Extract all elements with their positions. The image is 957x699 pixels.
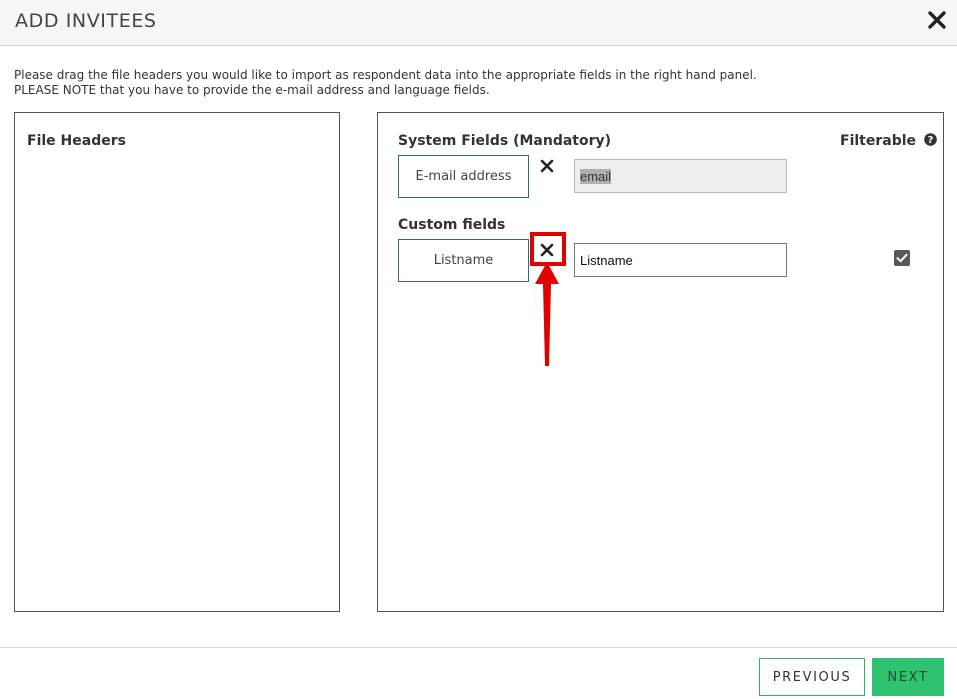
listname-field-input[interactable] bbox=[574, 243, 787, 277]
file-headers-panel[interactable]: File Headers bbox=[14, 112, 340, 612]
svg-text:?: ? bbox=[927, 135, 933, 146]
instructions-line-2: PLEASE NOTE that you have to provide the… bbox=[14, 83, 490, 97]
mapping-panel: System Fields (Mandatory) Filterable ? E… bbox=[377, 112, 944, 612]
remove-email-field-icon[interactable] bbox=[539, 158, 555, 174]
instructions: Please drag the file headers you would l… bbox=[14, 68, 757, 98]
listname-field-label: Listname bbox=[433, 253, 494, 268]
email-field-label: E-mail address bbox=[415, 169, 512, 184]
email-mapped-text: email bbox=[580, 168, 612, 184]
dialog-title: ADD INVITEES bbox=[15, 10, 157, 32]
filterable-label: Filterable bbox=[840, 133, 917, 149]
instructions-line-1: Please drag the file headers you would l… bbox=[14, 68, 757, 82]
listname-filterable-checkbox[interactable] bbox=[894, 250, 910, 266]
listname-field-chip[interactable]: Listname bbox=[398, 239, 529, 282]
filterable-heading: Filterable ? bbox=[840, 133, 937, 150]
close-icon[interactable] bbox=[924, 7, 950, 33]
annotation-arrow-icon bbox=[535, 262, 559, 373]
email-mapped-value: email bbox=[574, 159, 787, 193]
help-icon[interactable]: ? bbox=[924, 133, 937, 150]
system-fields-heading: System Fields (Mandatory) bbox=[398, 133, 612, 149]
dialog-header: ADD INVITEES bbox=[0, 0, 957, 46]
custom-fields-heading: Custom fields bbox=[398, 217, 506, 233]
previous-button[interactable]: PREVIOUS bbox=[759, 658, 865, 696]
dialog-footer: PREVIOUS NEXT bbox=[0, 647, 957, 699]
file-headers-heading: File Headers bbox=[27, 133, 126, 149]
email-field-chip[interactable]: E-mail address bbox=[398, 155, 529, 198]
annotation-highlight-box bbox=[530, 232, 566, 266]
next-button[interactable]: NEXT bbox=[872, 658, 944, 696]
